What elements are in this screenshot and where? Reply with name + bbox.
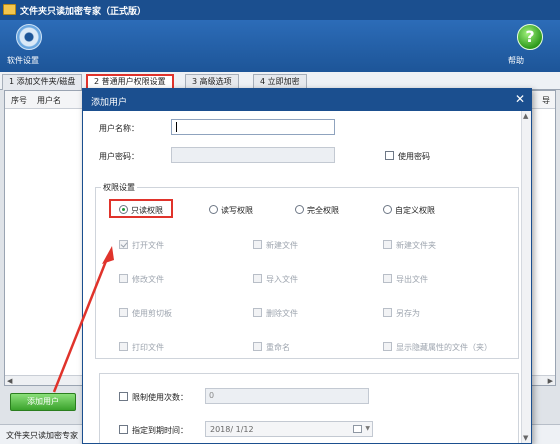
radio-readwrite-label[interactable]: 读写权限: [221, 205, 253, 216]
permission-group-title: 权限设置: [101, 182, 137, 193]
expire-date-value: 2018/ 1/12: [210, 425, 254, 434]
perm-rename-checkbox[interactable]: [253, 342, 262, 351]
tab-add-folder[interactable]: 1 添加文件夹/磁盘: [2, 74, 83, 90]
toolbar: 软件设置 ? 帮助: [0, 20, 560, 72]
scroll-up-icon[interactable]: ▲: [523, 112, 528, 120]
dialog-titlebar: 添加用户 ✕: [83, 89, 531, 111]
username-input[interactable]: [171, 119, 335, 135]
expire-date-label: 指定到期时间：: [132, 426, 188, 435]
radio-full[interactable]: [295, 205, 304, 214]
gear-icon: [16, 24, 42, 50]
help-button[interactable]: ? 帮助: [508, 22, 552, 70]
perm-open-file-checkbox[interactable]: [119, 240, 128, 249]
radio-custom-label[interactable]: 自定义权限: [395, 205, 435, 216]
calendar-icon[interactable]: [353, 425, 362, 433]
perm-export-file-checkbox[interactable]: [383, 274, 392, 283]
chevron-down-icon[interactable]: ▼: [365, 425, 370, 432]
add-user-dialog: 添加用户 ✕ 用户名称： 用户密码： 使用密码 权限设置 只读权限 读写权限 完…: [82, 88, 532, 444]
perm-clipboard-checkbox[interactable]: [119, 308, 128, 317]
folder-app-icon: [3, 4, 16, 15]
use-password-label: 使用密码: [398, 152, 430, 161]
perm-save-as-checkbox[interactable]: [383, 308, 392, 317]
password-label: 用户密码：: [99, 152, 139, 161]
perm-modify-file-label: 修改文件: [132, 275, 164, 284]
column-index[interactable]: 序号: [11, 95, 27, 106]
perm-new-folder-label: 新建文件夹: [396, 241, 436, 250]
perm-import-file-label: 导入文件: [266, 275, 298, 284]
limit-uses-input[interactable]: 0: [205, 388, 369, 404]
expire-date-picker[interactable]: 2018/ 1/12 ▼: [205, 421, 373, 437]
password-input[interactable]: [171, 147, 335, 163]
perm-import-file-checkbox[interactable]: [253, 274, 262, 283]
perm-show-hidden-checkbox[interactable]: [383, 342, 392, 351]
column-username[interactable]: 用户名: [37, 95, 61, 106]
username-label: 用户名称：: [99, 124, 139, 133]
perm-open-file-label: 打开文件: [132, 241, 164, 250]
expire-date-checkbox[interactable]: [119, 425, 128, 434]
help-icon: ?: [517, 24, 543, 50]
dialog-title: 添加用户: [91, 98, 128, 108]
perm-save-as-label: 另存为: [396, 309, 420, 318]
radio-readonly[interactable]: [119, 205, 128, 214]
settings-label: 软件设置: [7, 56, 39, 65]
window-title: 文件夹只读加密专家（正式版）: [20, 7, 147, 17]
perm-show-hidden-label: 显示隐藏属性的文件（夹）: [396, 343, 492, 352]
text-caret: [176, 122, 177, 132]
radio-full-label[interactable]: 完全权限: [307, 205, 339, 216]
use-password-checkbox[interactable]: [385, 151, 394, 160]
limit-uses-checkbox[interactable]: [119, 392, 128, 401]
status-text: 文件夹只读加密专家: [6, 431, 78, 440]
perm-modify-file-checkbox[interactable]: [119, 274, 128, 283]
help-label: 帮助: [508, 56, 524, 65]
perm-print-file-checkbox[interactable]: [119, 342, 128, 351]
perm-delete-file-checkbox[interactable]: [253, 308, 262, 317]
scroll-right-icon[interactable]: ▶: [548, 377, 553, 385]
perm-new-folder-checkbox[interactable]: [383, 240, 392, 249]
perm-new-file-label: 新建文件: [266, 241, 298, 250]
radio-readonly-label[interactable]: 只读权限: [131, 205, 163, 216]
close-icon[interactable]: ✕: [515, 92, 525, 106]
limit-uses-label: 限制使用次数：: [132, 393, 188, 402]
scroll-left-icon[interactable]: ◀: [7, 377, 12, 385]
perm-clipboard-label: 使用剪切板: [132, 309, 172, 318]
dialog-vertical-scrollbar[interactable]: ▲ ▼: [521, 111, 531, 443]
perm-delete-file-label: 删除文件: [266, 309, 298, 318]
window-titlebar: 文件夹只读加密专家（正式版）: [0, 0, 560, 20]
perm-rename-label: 重命名: [266, 343, 290, 352]
perm-print-file-label: 打印文件: [132, 343, 164, 352]
column-export-cut[interactable]: 导: [542, 95, 550, 106]
radio-custom[interactable]: [383, 205, 392, 214]
settings-button[interactable]: 软件设置: [7, 22, 51, 70]
scroll-down-icon[interactable]: ▼: [523, 434, 528, 442]
radio-readwrite[interactable]: [209, 205, 218, 214]
perm-export-file-label: 导出文件: [396, 275, 428, 284]
add-user-button[interactable]: 添加用户: [10, 393, 76, 411]
perm-new-file-checkbox[interactable]: [253, 240, 262, 249]
